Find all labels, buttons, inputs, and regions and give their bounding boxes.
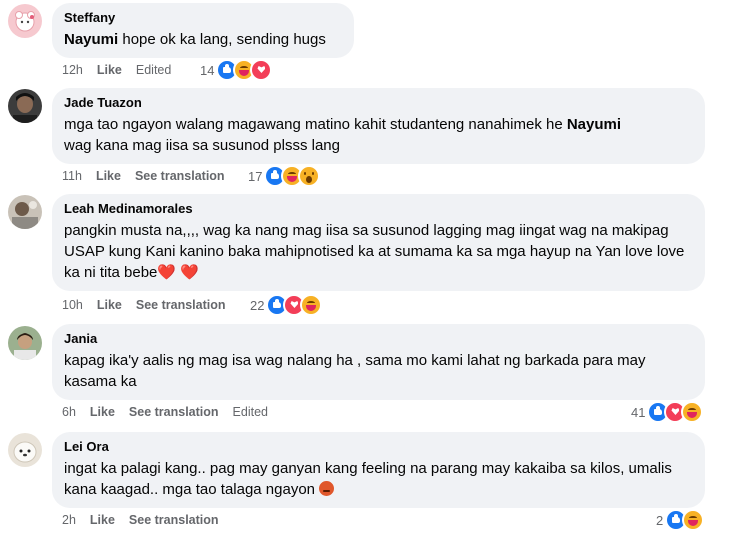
comment-text-body: ingat ka palagi kang.. pag may ganyan ka… xyxy=(64,460,672,498)
reaction-summary[interactable]: 41 xyxy=(631,401,704,423)
comment-text-body: wag kana mag iisa sa susunod plsss lang xyxy=(64,137,340,154)
like-button[interactable]: Like xyxy=(90,512,115,528)
like-button[interactable]: Like xyxy=(97,297,122,313)
care-icon xyxy=(681,401,704,423)
comment-actions: 12h Like Edited xyxy=(62,62,185,78)
comment-author[interactable]: Leah Medinamorales xyxy=(64,201,693,217)
comment-bubble: Leah Medinamorales pangkin musta na,,,, … xyxy=(52,194,705,291)
comment-bubble: Steffany Nayumi hope ok ka lang, sending… xyxy=(52,3,354,58)
reaction-summary[interactable]: 2 xyxy=(656,509,705,531)
comment-time[interactable]: 6h xyxy=(62,404,76,420)
see-translation-link[interactable]: See translation xyxy=(136,297,226,313)
avatar[interactable] xyxy=(8,89,42,123)
comment-bubble: Jade Tuazon mga tao ngayon walang magawa… xyxy=(52,88,705,164)
comment-text: ingat ka palagi kang.. pag may ganyan ka… xyxy=(64,458,674,500)
comment-text-body: mga tao ngayon walang magawang matino ka… xyxy=(64,116,567,133)
reaction-summary[interactable]: 22 xyxy=(250,294,323,316)
like-button[interactable]: Like xyxy=(96,168,121,184)
like-button[interactable]: Like xyxy=(97,62,122,78)
comment-text: mga tao ngayon walang magawang matino ka… xyxy=(64,114,693,156)
comment-text-body: hope ok ka lang, sending hugs xyxy=(118,31,326,48)
reaction-count: 41 xyxy=(631,404,646,420)
heart-emoji: ❤️ ❤️ xyxy=(157,264,199,281)
comment-text: Nayumi hope ok ka lang, sending hugs xyxy=(64,29,342,50)
care-icon xyxy=(300,294,323,316)
wow-icon xyxy=(298,165,321,187)
comment-actions: 2h Like See translation xyxy=(62,512,233,528)
comment-text: pangkin musta na,,,, wag ka nang mag iis… xyxy=(64,220,693,283)
see-translation-link[interactable]: See translation xyxy=(129,404,219,420)
reaction-count: 14 xyxy=(200,62,215,78)
comment-author[interactable]: Lei Ora xyxy=(64,439,693,455)
angry-emoji xyxy=(319,481,335,496)
comment-bubble: Lei Ora ingat ka palagi kang.. pag may g… xyxy=(52,432,705,508)
comment-text: kapag ika'y aalis ng mag isa wag nalang … xyxy=(64,352,646,390)
mention-link[interactable]: Nayumi xyxy=(567,116,621,133)
comment-bubble: Jania kapag ika'y aalis ng mag isa wag n… xyxy=(52,324,705,400)
comment-author[interactable]: Jade Tuazon xyxy=(64,95,693,111)
avatar[interactable] xyxy=(8,4,42,38)
avatar[interactable] xyxy=(8,195,42,229)
comment-author[interactable]: Steffany xyxy=(64,10,342,26)
comment-actions: 10h Like See translation xyxy=(62,297,240,313)
reaction-summary[interactable]: 14 xyxy=(200,59,273,81)
edited-label: Edited xyxy=(232,405,268,419)
like-button[interactable]: Like xyxy=(90,404,115,420)
comment-actions: 11h Like See translation xyxy=(62,168,239,184)
reaction-count: 22 xyxy=(250,297,265,313)
mention-link[interactable]: Nayumi xyxy=(64,31,118,48)
see-translation-link[interactable]: See translation xyxy=(129,512,219,528)
see-translation-link[interactable]: See translation xyxy=(135,168,225,184)
reaction-summary[interactable]: 17 xyxy=(248,165,321,187)
reaction-count: 2 xyxy=(656,512,664,528)
comment-time[interactable]: 10h xyxy=(62,297,83,313)
comment-time[interactable]: 2h xyxy=(62,512,76,528)
comment-actions: 6h Like See translation Edited xyxy=(62,404,282,420)
avatar[interactable] xyxy=(8,326,42,360)
reaction-count: 17 xyxy=(248,168,263,184)
love-icon xyxy=(250,59,273,81)
comment-time[interactable]: 12h xyxy=(62,62,83,78)
care-icon xyxy=(682,509,705,531)
avatar[interactable] xyxy=(8,433,42,467)
edited-label: Edited xyxy=(135,63,172,77)
comment-author[interactable]: Jania xyxy=(64,331,693,347)
comment-time[interactable]: 11h xyxy=(62,168,82,184)
